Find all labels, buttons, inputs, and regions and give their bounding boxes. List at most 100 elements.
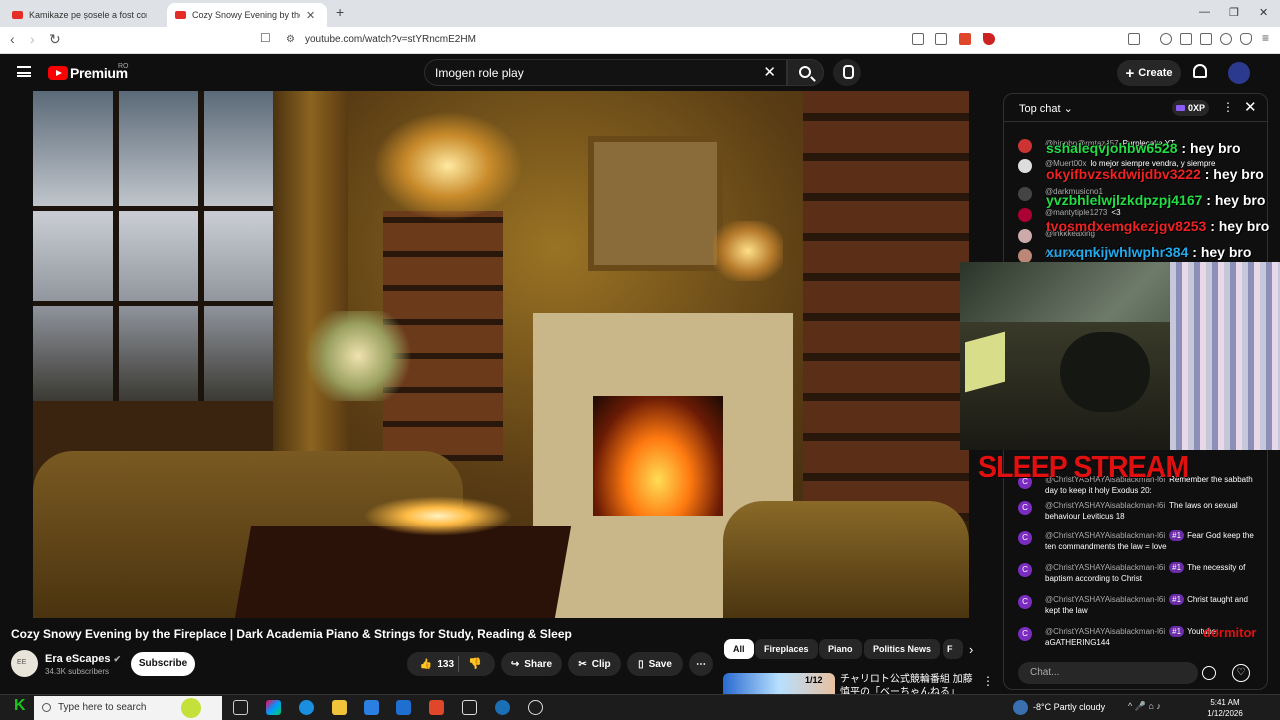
member-badge: #1 bbox=[1169, 562, 1185, 573]
obs-icon[interactable] bbox=[528, 700, 543, 715]
tab-title: Kamikaze pe șosele a fost confiscat ... bbox=[29, 10, 147, 20]
chip-partial[interactable]: F bbox=[943, 639, 963, 659]
message-author: @mantytiple1273 bbox=[1045, 208, 1108, 217]
clock[interactable]: 5:41 AM 1/12/2026 bbox=[1200, 697, 1250, 719]
recommended-title[interactable]: チャリロト公式競輪番組 加藤慎平の「ベーちゃんねる」 bbox=[840, 673, 975, 696]
thumbs-down-icon[interactable]: 👎 bbox=[468, 657, 482, 670]
share-label: Share bbox=[524, 658, 553, 670]
forward-icon[interactable]: › bbox=[30, 31, 35, 47]
more-actions-button[interactable]: ⋯ bbox=[689, 652, 713, 676]
more-vert-icon[interactable]: ⋮ bbox=[1222, 100, 1234, 114]
close-window-icon[interactable]: ✕ bbox=[1259, 6, 1268, 19]
subscriber-count: 34.3K subscribers bbox=[45, 667, 110, 676]
like-count: 133 bbox=[437, 658, 455, 670]
close-tab-icon[interactable]: ✕ bbox=[306, 9, 315, 22]
hamburger-menu-icon[interactable] bbox=[17, 66, 31, 77]
app-icon[interactable] bbox=[462, 700, 477, 715]
share-page-icon[interactable] bbox=[935, 33, 947, 45]
copilot-icon[interactable] bbox=[266, 700, 281, 715]
cast-icon[interactable] bbox=[912, 33, 924, 45]
browser-tab-1[interactable]: Kamikaze pe șosele a fost confiscat ... bbox=[4, 3, 164, 27]
overlay-greeting: : hey bro bbox=[1192, 244, 1252, 260]
bookmark-icon[interactable]: ☐ bbox=[260, 31, 271, 45]
tab-title: Cozy Snowy Evening by the F... bbox=[192, 10, 300, 20]
media-icon[interactable] bbox=[1160, 33, 1172, 45]
minimize-icon[interactable]: — bbox=[1199, 6, 1210, 18]
menu-icon[interactable]: ≡ bbox=[1262, 31, 1269, 45]
task-view-icon[interactable] bbox=[233, 700, 248, 715]
shield-icon[interactable] bbox=[1240, 33, 1252, 45]
chip-piano[interactable]: Piano bbox=[819, 639, 862, 659]
xp-value: 0XP bbox=[1188, 103, 1206, 113]
sidebar-icon[interactable] bbox=[1128, 33, 1140, 45]
heart-icon[interactable]: ♡ bbox=[1232, 664, 1250, 682]
youtube-logo-icon[interactable] bbox=[48, 66, 68, 80]
brave-icon[interactable] bbox=[429, 700, 444, 715]
start-button[interactable]: K bbox=[14, 697, 26, 715]
save-button[interactable]: ▯ Save bbox=[627, 652, 683, 676]
chat-input[interactable]: Chat... bbox=[1018, 662, 1198, 684]
overlay-name-text: xurxqnkijwhlwphr384 bbox=[1046, 244, 1189, 260]
video-player[interactable] bbox=[33, 91, 969, 618]
avatar bbox=[1018, 208, 1032, 222]
brave-rewards-icon[interactable] bbox=[983, 33, 995, 45]
gem-icon bbox=[1176, 105, 1185, 111]
wallet-icon[interactable] bbox=[1200, 33, 1212, 45]
chip-all[interactable]: All bbox=[724, 639, 754, 659]
avatar bbox=[1018, 139, 1032, 153]
vpn-icon[interactable] bbox=[1220, 33, 1232, 45]
search-button[interactable] bbox=[787, 59, 824, 86]
clear-search-icon[interactable]: ✕ bbox=[763, 63, 776, 81]
file-explorer-icon[interactable] bbox=[332, 700, 347, 715]
brave-shield-icon[interactable] bbox=[959, 33, 971, 45]
avatar: C bbox=[1018, 531, 1032, 545]
store-icon[interactable] bbox=[396, 700, 411, 715]
search-value: Imogen role play bbox=[435, 66, 524, 80]
avatar bbox=[1018, 249, 1032, 263]
steam-icon[interactable] bbox=[495, 700, 510, 715]
scissors-icon: ✂ bbox=[578, 658, 587, 670]
top-chat-dropdown[interactable]: Top chat ⌄ bbox=[1019, 102, 1073, 115]
more-vert-icon[interactable]: ⋮ bbox=[982, 674, 994, 688]
channel-avatar[interactable] bbox=[11, 650, 38, 677]
avatar[interactable] bbox=[1228, 62, 1250, 84]
voice-search-button[interactable] bbox=[833, 59, 861, 86]
search-input[interactable]: Imogen role play ✕ bbox=[424, 59, 787, 86]
more-horiz-icon: ⋯ bbox=[696, 658, 706, 670]
xp-badge[interactable]: 0XP bbox=[1172, 100, 1210, 116]
chip-fireplaces[interactable]: Fireplaces bbox=[755, 639, 818, 659]
restore-icon[interactable]: ❐ bbox=[1229, 6, 1239, 19]
tray-icons[interactable]: ^ 🎤 ⌂ ♪ bbox=[1128, 701, 1161, 712]
weather-text[interactable]: -8°C Partly cloudy bbox=[1033, 702, 1105, 712]
message-author: @ChristYASHAYAisablackman-l6i bbox=[1045, 531, 1166, 540]
overlay-name: okyifbvzskdwijdbv3222 : hey bro bbox=[1046, 166, 1264, 182]
create-button[interactable]: + Create bbox=[1117, 60, 1181, 86]
subscribe-button[interactable]: Subscribe bbox=[131, 652, 195, 676]
create-label: Create bbox=[1138, 67, 1173, 79]
bookmark-icon: ▯ bbox=[638, 658, 644, 670]
overlay-name: sshaleqvjohbw6528 : hey bro bbox=[1046, 140, 1241, 156]
reading-list-icon[interactable] bbox=[1180, 33, 1192, 45]
share-button[interactable]: ↪ Share bbox=[501, 652, 562, 676]
clock-date: 1/12/2026 bbox=[1207, 709, 1243, 718]
chevron-right-icon[interactable]: › bbox=[969, 642, 973, 657]
channel-name-text: Era eScapes bbox=[45, 653, 111, 665]
chip-politics-news[interactable]: Politics News bbox=[864, 639, 941, 659]
new-tab-button[interactable]: + bbox=[336, 4, 344, 20]
browser-tab-2[interactable]: Cozy Snowy Evening by the F... ✕ bbox=[167, 3, 327, 27]
clip-button[interactable]: ✂ Clip bbox=[568, 652, 621, 676]
mail-icon[interactable] bbox=[364, 700, 379, 715]
notifications-bell-icon[interactable] bbox=[1193, 64, 1207, 78]
emoji-icon[interactable] bbox=[1202, 666, 1216, 680]
edge-icon[interactable] bbox=[299, 700, 314, 715]
site-info-icon[interactable]: ⚙ bbox=[286, 34, 295, 45]
back-icon[interactable]: ‹ bbox=[10, 31, 15, 47]
overlay-name-text: okyifbvzskdwijdbv3222 bbox=[1046, 166, 1201, 182]
url-field[interactable]: youtube.com/watch?v=stYRncmE2HM bbox=[305, 34, 476, 45]
message-author: @ChristYASHAYAisablackman-l6i bbox=[1045, 627, 1166, 636]
reload-icon[interactable]: ↻ bbox=[49, 31, 61, 48]
overlay-greeting: : hey bro bbox=[1204, 166, 1264, 182]
close-chat-icon[interactable]: ✕ bbox=[1244, 98, 1257, 116]
channel-name[interactable]: Era eScapes ✔ bbox=[45, 653, 121, 665]
like-button[interactable]: 👍 133 bbox=[420, 659, 454, 670]
